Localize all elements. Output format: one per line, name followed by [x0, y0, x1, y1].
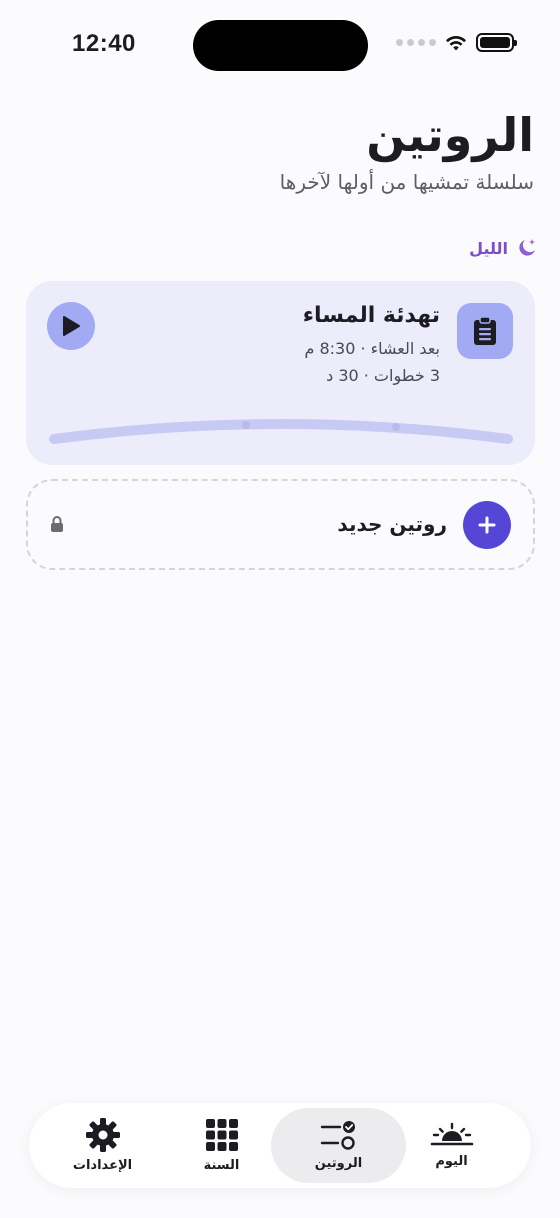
- status-bar: 12:40: [0, 0, 560, 90]
- play-routine-button[interactable]: [47, 302, 95, 350]
- status-icons: [396, 33, 517, 52]
- dynamic-island: [193, 20, 368, 71]
- tab-label: السنة: [203, 1158, 240, 1173]
- section-label: الليل: [469, 238, 508, 258]
- routine-icon-badge: [457, 303, 513, 359]
- tab-routines[interactable]: الروتين: [271, 1108, 406, 1183]
- cellular-signal-icon: [396, 39, 436, 46]
- grid-icon: [205, 1119, 238, 1151]
- tab-year[interactable]: السنة: [154, 1108, 289, 1183]
- routine-progress-track: [49, 419, 513, 444]
- plus-icon: [478, 516, 496, 534]
- moon-stars-icon: [519, 239, 535, 256]
- page-subtitle: سلسلة تمشيها من أولها لآخرها: [279, 170, 534, 194]
- sunrise-icon: [430, 1122, 473, 1146]
- page-title: الروتين: [366, 108, 534, 162]
- routine-toggle-icon: [320, 1121, 355, 1150]
- tab-settings[interactable]: الإعدادات: [35, 1108, 170, 1183]
- battery-icon: [476, 33, 517, 52]
- lock-icon: [51, 516, 63, 532]
- section-night: الليل: [469, 237, 538, 259]
- step-marker: [392, 423, 400, 431]
- wifi-icon: [446, 35, 466, 50]
- play-icon: [63, 316, 80, 336]
- new-routine-card[interactable]: روتين جديد: [26, 479, 535, 570]
- gear-icon: [85, 1118, 120, 1152]
- step-marker: [242, 421, 250, 429]
- tab-label: الإعدادات: [72, 1158, 133, 1173]
- new-routine-label: روتين جديد: [337, 512, 447, 536]
- routine-title: تهدئة المساء: [302, 303, 440, 328]
- add-routine-button[interactable]: [463, 501, 511, 549]
- status-time: 12:40: [72, 30, 136, 57]
- tab-bar: اليوم الروتين السنة الإعدادات: [29, 1103, 531, 1188]
- tab-label: الروتين: [314, 1156, 363, 1171]
- routine-schedule: بعد العشاء · 8:30 م: [304, 339, 440, 358]
- clipboard-icon: [474, 316, 496, 345]
- routine-card[interactable]: تهدئة المساء بعد العشاء · 8:30 م 3 خطوات…: [26, 281, 535, 465]
- routine-steps-duration: 3 خطوات · 30 د: [326, 366, 440, 385]
- tab-label: اليوم: [435, 1154, 468, 1169]
